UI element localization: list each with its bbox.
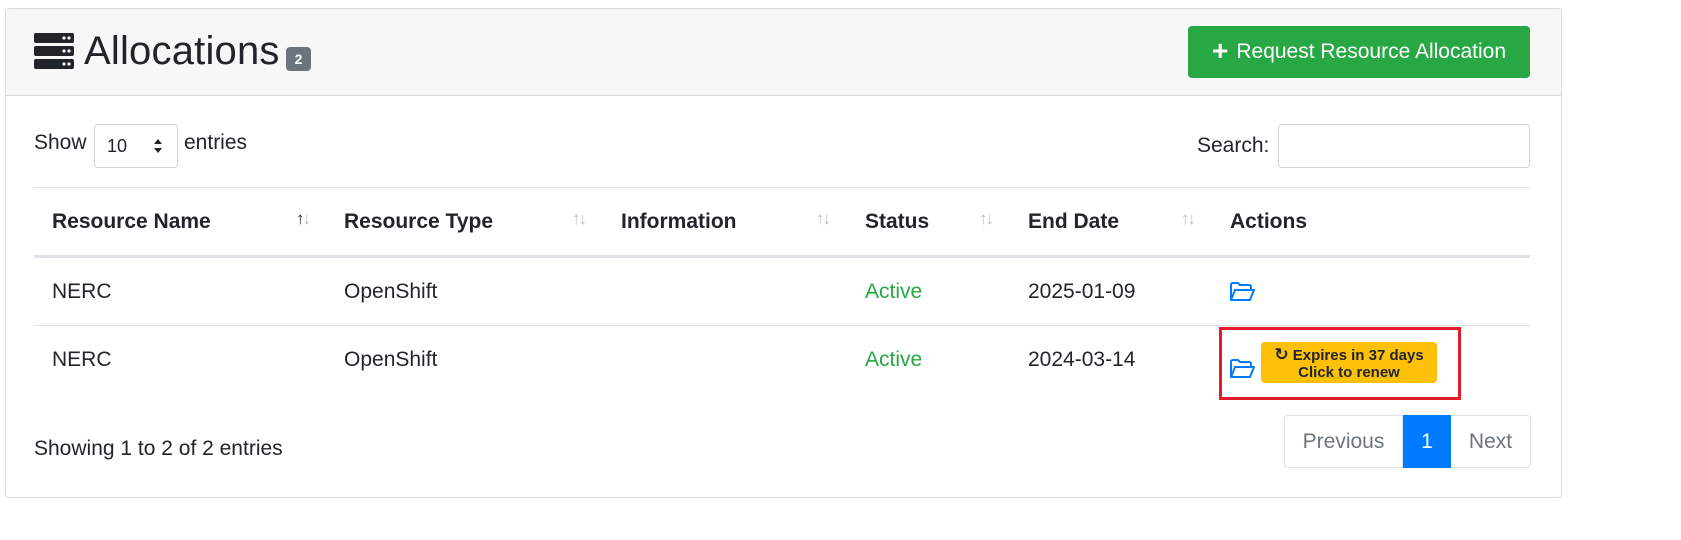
sort-icon[interactable]: ↑↓ <box>1181 209 1196 229</box>
plus-icon: + <box>1211 35 1229 66</box>
table-row: NERC OpenShift Active 2025-01-09 <box>34 258 1530 326</box>
resource-name-cell: NERC <box>52 348 112 371</box>
sort-icon[interactable]: ↑↓ <box>572 209 587 229</box>
page-title: Allocations <box>84 29 280 73</box>
column-header-status[interactable]: Status <box>865 210 929 234</box>
folder-open-icon[interactable] <box>1229 359 1255 379</box>
renew-click-text: Click to renew <box>1298 364 1400 381</box>
entries-label: entries <box>184 131 248 154</box>
sort-icon[interactable]: ↑↓ <box>296 209 311 229</box>
end-date-cell: 2024-03-14 <box>1028 348 1136 371</box>
count-badge: 2 <box>286 47 311 71</box>
column-header-information[interactable]: Information <box>621 210 737 234</box>
renew-expiry-text: Expires in 37 days <box>1292 347 1424 364</box>
page-1-button[interactable]: 1 <box>1403 415 1451 468</box>
end-date-cell: 2025-01-09 <box>1028 280 1136 303</box>
column-header-resource-name[interactable]: Resource Name <box>52 210 211 234</box>
status-cell: Active <box>865 280 923 303</box>
request-resource-allocation-button[interactable]: + Request Resource Allocation <box>1188 26 1530 78</box>
table-header-row: Resource Name ↑↓ Resource Type ↑↓ Inform… <box>34 187 1530 258</box>
folder-open-icon[interactable] <box>1229 282 1255 302</box>
column-header-end-date[interactable]: End Date <box>1028 210 1119 234</box>
search-label: Search: <box>1197 134 1270 157</box>
pagination: Previous 1 Next <box>1284 415 1531 468</box>
next-page-button[interactable]: Next <box>1451 415 1531 468</box>
redo-icon: ↻ <box>1274 345 1289 364</box>
resource-type-cell: OpenShift <box>344 348 438 371</box>
previous-page-button[interactable]: Previous <box>1284 415 1403 468</box>
request-button-label: Request Resource Allocation <box>1236 40 1507 63</box>
sort-caret-icon <box>154 139 162 153</box>
status-cell: Active <box>865 348 923 371</box>
show-label: Show <box>34 131 87 154</box>
resource-name-cell: NERC <box>52 280 112 303</box>
server-icon <box>34 33 74 69</box>
table-row: NERC OpenShift Active 2024-03-14 ↻ Expir… <box>34 326 1530 400</box>
page-length-value: 10 <box>107 136 128 156</box>
search-input[interactable] <box>1278 124 1530 168</box>
table-info: Showing 1 to 2 of 2 entries <box>34 437 283 460</box>
column-header-actions: Actions <box>1230 210 1308 233</box>
resource-type-cell: OpenShift <box>344 280 438 303</box>
card-header: Allocations 2 + Request Resource Allocat… <box>6 9 1561 96</box>
allocations-card: Allocations 2 + Request Resource Allocat… <box>5 8 1562 498</box>
column-header-resource-type[interactable]: Resource Type <box>344 210 493 234</box>
sort-icon[interactable]: ↑↓ <box>979 209 994 229</box>
page-length-select[interactable]: 10 <box>94 124 178 168</box>
sort-icon[interactable]: ↑↓ <box>816 209 831 229</box>
renew-allocation-button[interactable]: ↻ Expires in 37 days Click to renew <box>1261 342 1437 383</box>
